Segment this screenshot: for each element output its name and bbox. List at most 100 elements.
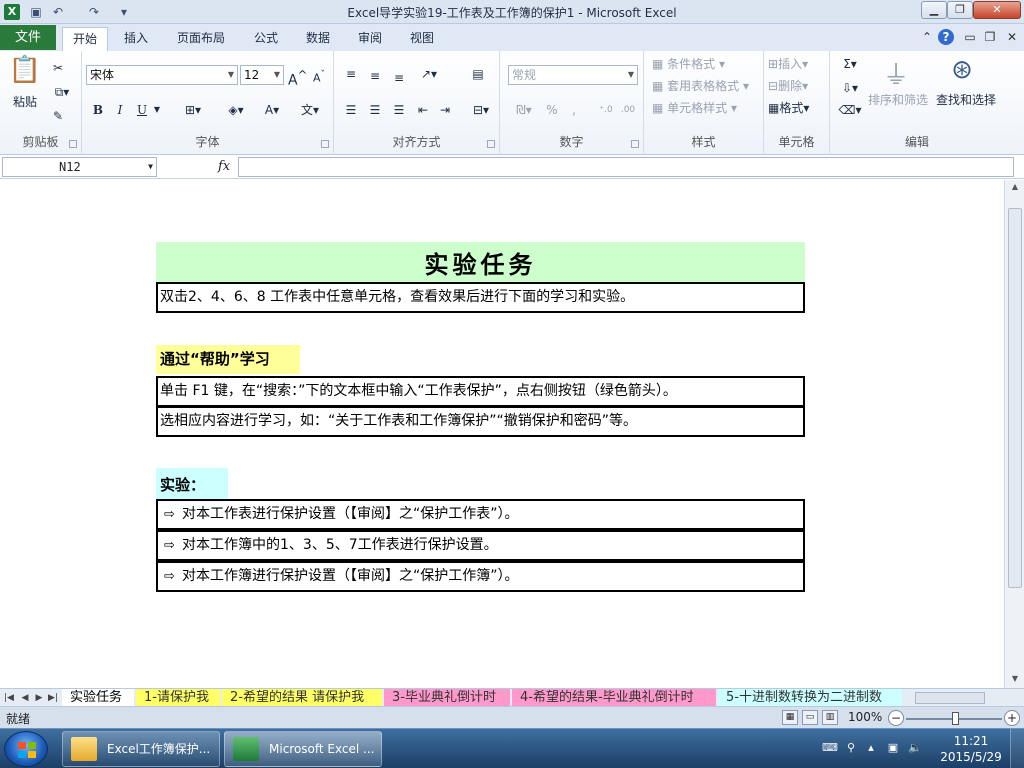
clipboard-launcher-icon[interactable] xyxy=(69,140,77,148)
page-layout-view-icon[interactable]: ▭ xyxy=(802,710,818,725)
font-color-icon[interactable]: A▾ xyxy=(258,101,286,119)
taskbar-explorer-button[interactable]: Excel工作簿保护... xyxy=(62,731,220,767)
bold-button[interactable]: B xyxy=(90,101,106,119)
sheet-tab[interactable]: 实验任务 xyxy=(62,689,134,707)
show-desktop-button[interactable] xyxy=(1010,729,1024,768)
insert-function-icon[interactable]: fx xyxy=(218,159,230,174)
show-hidden-icons-icon[interactable]: ▴ xyxy=(864,741,878,755)
decrease-decimal-icon[interactable]: .00 xyxy=(618,101,638,119)
zoom-slider-thumb[interactable] xyxy=(952,712,959,725)
number-format-combo[interactable]: 常规 ▼ xyxy=(508,65,638,85)
shrink-font-icon[interactable]: Aˇ xyxy=(310,66,328,88)
start-button[interactable] xyxy=(4,731,48,767)
scroll-down-icon[interactable]: ▼ xyxy=(1005,674,1024,686)
sheet-tab[interactable]: 2-希望的结果 请保护我 xyxy=(222,689,382,707)
decrease-indent-icon[interactable]: ⇤ xyxy=(414,101,432,119)
chevron-down-icon[interactable]: ▼ xyxy=(152,101,162,119)
fill-color-icon[interactable]: ◈▾ xyxy=(222,101,250,119)
find-binoculars-icon[interactable]: ⊛ xyxy=(944,55,980,87)
merge-center-icon[interactable]: ⊟▾ xyxy=(468,101,494,119)
format-as-table-button[interactable]: ▦ 套用表格格式 ▾ xyxy=(652,77,760,95)
sort-filter-button[interactable]: 排序和筛选 xyxy=(866,91,930,109)
alignment-launcher-icon[interactable] xyxy=(487,140,495,148)
increase-indent-icon[interactable]: ⇥ xyxy=(436,101,454,119)
paste-button[interactable]: 粘贴 xyxy=(8,93,42,111)
font-launcher-icon[interactable] xyxy=(321,140,329,148)
sheet-tab[interactable]: 1-请保护我 xyxy=(136,689,220,707)
grow-font-icon[interactable]: A^ xyxy=(288,66,307,90)
format-painter-icon[interactable]: ✎ xyxy=(50,107,66,125)
help-line-2[interactable]: 选相应内容进行学习，如：“关于工作表和工作簿保护”“撤销保护和密码”等。 xyxy=(156,406,805,437)
collapse-ribbon-icon[interactable]: ⌃ xyxy=(919,29,935,45)
experiment-line-3[interactable]: ⇨ 对本工作簿进行保护设置（【审阅】之“保护工作簿”）。 xyxy=(156,561,805,592)
tab-home[interactable]: 开始 xyxy=(62,27,108,51)
tab-view[interactable]: 视图 xyxy=(402,27,442,51)
clear-icon[interactable]: ⌫▾ xyxy=(838,101,862,119)
sheet-tab[interactable]: 3-毕业典礼倒计时 xyxy=(384,689,510,707)
paste-icon[interactable]: 📋 xyxy=(8,55,42,89)
workbook-close-icon[interactable]: ✕ xyxy=(1004,29,1020,45)
tab-review[interactable]: 审阅 xyxy=(350,27,390,51)
wrap-text-icon[interactable]: ▤ xyxy=(468,65,488,83)
format-cells-button[interactable]: ▦格式▾ xyxy=(768,99,828,117)
workbook-restore-icon[interactable]: ❐ xyxy=(982,29,998,45)
align-left-icon[interactable]: ☰ xyxy=(342,101,360,119)
minimize-button[interactable]: ▁ xyxy=(921,1,947,19)
phonetic-icon[interactable]: 文▾ xyxy=(296,101,324,119)
help-line-1[interactable]: 单击 F1 键，在“搜索：”下的文本框中输入“工作表保护”，点右侧按钮（绿色箭头… xyxy=(156,376,805,407)
find-select-button[interactable]: 查找和选择 xyxy=(932,91,1000,109)
insert-cells-button[interactable]: ⊞插入▾ xyxy=(768,55,828,73)
number-launcher-icon[interactable] xyxy=(631,140,639,148)
formula-input[interactable] xyxy=(238,157,1014,177)
cut-icon[interactable]: ✂ xyxy=(50,59,66,77)
border-icon[interactable]: ⊞▾ xyxy=(180,101,206,119)
next-sheet-icon[interactable]: ▶ xyxy=(32,690,46,706)
sheet-tab[interactable]: 5-十进制数转换为二进制数 xyxy=(718,689,902,707)
horizontal-scrollbar[interactable] xyxy=(905,690,1021,706)
sheet-tab[interactable]: 4-希望的结果-毕业典礼倒计时 xyxy=(512,689,716,707)
increase-decimal-icon[interactable]: ⁺.0 xyxy=(596,101,616,119)
tab-formulas[interactable]: 公式 xyxy=(246,27,286,51)
keyboard-icon[interactable]: ⌨ xyxy=(822,741,838,755)
comma-button[interactable]: , xyxy=(568,101,580,119)
cell-styles-button[interactable]: ▦ 单元格样式 ▾ xyxy=(652,99,760,117)
volume-icon[interactable]: 🔈 xyxy=(908,741,922,755)
percent-button[interactable]: % xyxy=(544,101,560,119)
close-button[interactable]: ✕ xyxy=(973,1,1021,19)
maximize-button[interactable]: ❐ xyxy=(947,1,973,19)
font-size-combo[interactable]: 12 ▼ xyxy=(240,65,284,85)
sort-filter-icon[interactable]: ⏚ xyxy=(878,55,914,91)
orientation-icon[interactable]: ↗▾ xyxy=(416,65,442,83)
tab-page-layout[interactable]: 页面布局 xyxy=(170,27,232,51)
normal-view-icon[interactable]: ▦ xyxy=(782,710,798,725)
copy-icon[interactable]: ⧉▾ xyxy=(50,83,74,101)
italic-button[interactable]: I xyxy=(112,101,128,119)
zoom-in-icon[interactable]: + xyxy=(1004,710,1020,726)
last-sheet-icon[interactable]: ▶| xyxy=(46,690,60,706)
help-icon[interactable]: ? xyxy=(938,29,954,45)
experiment-line-1[interactable]: ⇨ 对本工作表进行保护设置（【审阅】之“保护工作表”）。 xyxy=(156,499,805,530)
delete-cells-button[interactable]: ⊟删除▾ xyxy=(768,77,828,95)
font-name-combo[interactable]: 宋体 ▼ xyxy=(86,65,238,85)
vertical-scrollbar[interactable]: ▲ ▼ xyxy=(1004,180,1024,688)
tab-data[interactable]: 数据 xyxy=(298,27,338,51)
scroll-up-icon[interactable]: ▲ xyxy=(1005,182,1024,194)
taskbar-excel-button[interactable]: Microsoft Excel ... xyxy=(224,731,382,767)
horizontal-scroll-thumb[interactable] xyxy=(915,692,985,704)
zoom-level[interactable]: 100% xyxy=(848,710,882,724)
prev-sheet-icon[interactable]: ◀ xyxy=(18,690,32,706)
vertical-scroll-thumb[interactable] xyxy=(1008,208,1022,588)
underline-button[interactable]: U xyxy=(134,101,150,119)
first-sheet-icon[interactable]: |◀ xyxy=(2,690,16,706)
zoom-out-icon[interactable]: − xyxy=(888,710,904,726)
currency-icon[interactable]: ₪▾ xyxy=(510,101,538,119)
tab-file[interactable]: 文件 xyxy=(0,25,56,50)
clock[interactable]: 11:21 2015/5/29 xyxy=(940,733,1002,765)
align-top-icon[interactable]: ≡ xyxy=(342,65,360,83)
network-icon[interactable]: ▣ xyxy=(886,741,900,755)
workbook-minimize-icon[interactable]: ▭ xyxy=(962,29,978,45)
align-right-icon[interactable]: ☰ xyxy=(390,101,408,119)
fill-icon[interactable]: ⇩▾ xyxy=(838,79,862,97)
name-box[interactable]: N12 ▼ xyxy=(2,157,157,177)
tab-insert[interactable]: 插入 xyxy=(116,27,156,51)
